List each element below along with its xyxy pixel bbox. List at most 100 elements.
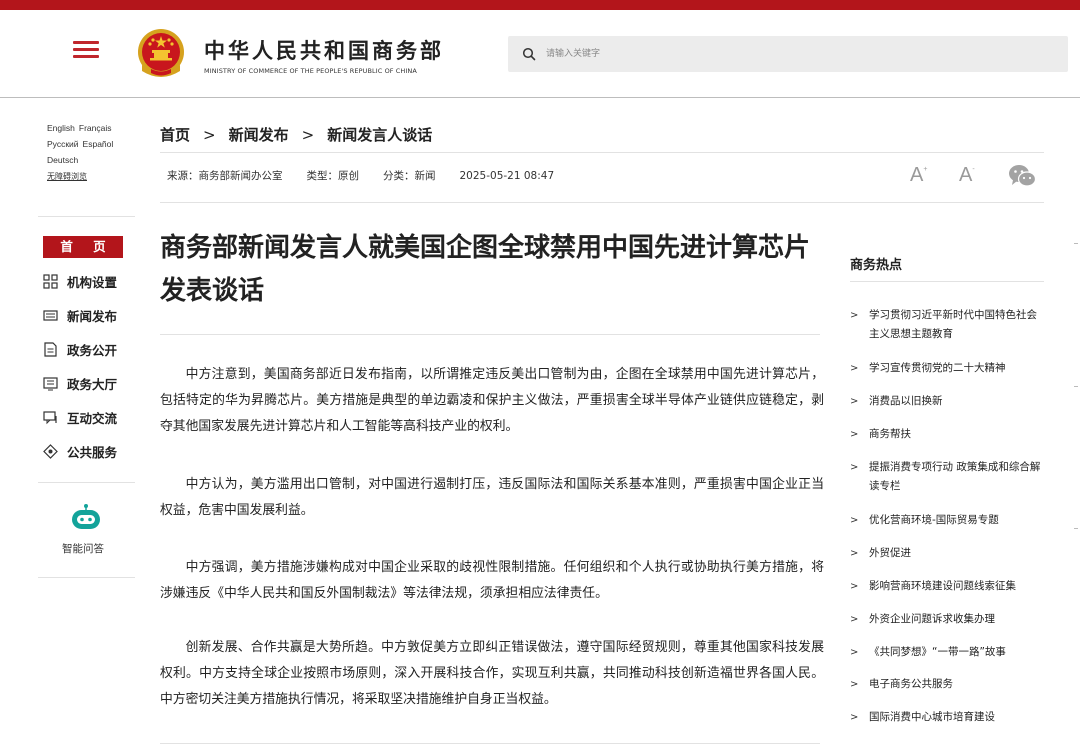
hot-item-label: 商务帮扶 [869, 428, 911, 440]
chevron-right-icon: > [850, 712, 859, 723]
meta-category: 分类：新闻 [383, 170, 436, 182]
hot-item-label: 外资企业问题诉求收集办理 [869, 613, 995, 625]
chevron-right-icon: > [850, 548, 859, 559]
document-icon [44, 341, 57, 357]
title-divider [160, 334, 820, 335]
hot-item-label: 《共同梦想》“一带一路”故事 [869, 646, 1006, 658]
site-header: 中华人民共和国商务部 MINISTRY OF COMMERCE OF THE P… [0, 10, 1080, 98]
hot-item[interactable]: > 《共同梦想》“一带一路”故事 [850, 643, 1044, 662]
breadcrumb-separator: > [301, 126, 315, 144]
chevron-right-icon: > [850, 363, 859, 374]
search-icon[interactable] [522, 47, 536, 61]
search-box[interactable] [508, 36, 1068, 72]
nav-item-public[interactable]: 公共服务 [43, 441, 117, 461]
wechat-share-icon[interactable] [1008, 164, 1036, 188]
chevron-right-icon: > [850, 462, 859, 473]
top-red-bar [0, 0, 1080, 10]
edge-marker [1074, 386, 1078, 387]
hot-item[interactable]: > 商务帮扶 [850, 425, 1044, 444]
lang-spanish[interactable]: Español [83, 139, 114, 149]
breadcrumb-divider [160, 152, 1044, 153]
meta-divider [160, 202, 1044, 203]
site-title: 中华人民共和国商务部 [204, 39, 444, 63]
article-title: 商务部新闻发言人就美国企图全球禁用中国先进计算芯片发表谈话 [160, 233, 811, 306]
chevron-right-icon: > [850, 581, 859, 592]
hot-item[interactable]: > 优化营商环境-国际贸易专题 [850, 511, 1044, 530]
hot-item-label: 影响营商环境建设问题线索征集 [869, 580, 1016, 592]
article-paragraph: 中方注意到，美国商务部近日发布指南，以所谓推定违反美出口管制为由，企图在全球禁用… [160, 367, 824, 434]
hot-item[interactable]: > 外资企业问题诉求收集办理 [850, 610, 1044, 629]
chevron-right-icon: > [850, 429, 859, 440]
font-enlarge-button[interactable]: A+ [910, 164, 927, 187]
service-hall-icon [43, 376, 58, 390]
breadcrumb-news[interactable]: 新闻发布 [229, 126, 289, 144]
breadcrumb-separator: > [203, 126, 216, 144]
nav-item-interaction[interactable]: 互动交流 [43, 407, 117, 427]
edge-marker [1074, 243, 1078, 244]
breadcrumb: 首页 > 新闻发布 > 新闻发言人谈话 [160, 124, 432, 145]
nav-home[interactable]: 首 页 [43, 236, 123, 258]
hot-item-label: 学习宣传贯彻党的二十大精神 [869, 362, 1006, 374]
article-paragraph: 创新发展、合作共赢是大势所趋。中方敦促美方立即纠正错误做法，遵守国际经贸规则，尊… [160, 640, 824, 707]
edge-marker [1074, 528, 1078, 529]
language-links: English Français Русский Español Deutsch 无… [47, 120, 117, 185]
lang-russian[interactable]: Русский [47, 139, 79, 149]
hot-item[interactable]: > 学习贯彻习近平新时代中国特色社会主义思想主题教育 [850, 306, 1044, 344]
hot-item[interactable]: > 国际消费中心城市培育建设 [850, 708, 1044, 727]
sidebar-divider [38, 216, 135, 217]
robot-assistant-icon[interactable] [67, 503, 105, 531]
interaction-icon [43, 410, 57, 424]
hot-item-label: 消费品以旧换新 [869, 395, 943, 407]
hot-topics-title: 商务热点 [850, 258, 903, 273]
lang-german[interactable]: Deutsch [47, 155, 78, 165]
accessibility-link[interactable]: 无障碍浏览 [47, 172, 87, 181]
article-meta: 来源：商务部新闻办公室 类型：原创 分类：新闻 2025-05-21 08:47 [167, 168, 578, 183]
hot-item[interactable]: > 学习宣传贯彻党的二十大精神 [850, 359, 1044, 378]
hot-item-label: 优化营商环境-国际贸易专题 [869, 514, 999, 526]
article-paragraph: 中方认为，美方滥用出口管制，对中国进行遏制打压，违反国际法和国际关系基本准则，严… [160, 477, 824, 518]
nav-item-org[interactable]: 机构设置 [43, 271, 117, 291]
assistant-label[interactable]: 智能问答 [62, 541, 104, 556]
chevron-right-icon: > [850, 614, 859, 625]
hot-item[interactable]: > 影响营商环境建设问题线索征集 [850, 577, 1044, 596]
nav-item-hall[interactable]: 政务大厅 [43, 373, 117, 393]
meta-date: 2025-05-21 08:47 [459, 170, 555, 182]
hot-item[interactable]: > 电子商务公共服务 [850, 675, 1044, 694]
chevron-right-icon: > [850, 515, 859, 526]
hot-item-label: 外贸促进 [869, 547, 911, 559]
public-service-icon [43, 443, 58, 459]
hot-item-label: 学习贯彻习近平新时代中国特色社会主义思想主题教育 [869, 309, 1037, 340]
article-bottom-divider [160, 743, 820, 744]
breadcrumb-home[interactable]: 首页 [160, 126, 190, 144]
font-shrink-glyph: A [959, 164, 973, 186]
nav-item-news[interactable]: 新闻发布 [43, 305, 117, 325]
nav-item-label: 新闻发布 [67, 308, 118, 324]
breadcrumb-current[interactable]: 新闻发言人谈话 [327, 126, 432, 144]
nav-item-label: 公共服务 [67, 444, 118, 460]
font-shrink-button[interactable]: A- [959, 164, 975, 187]
chevron-right-icon: > [850, 310, 859, 321]
national-emblem-logo[interactable] [136, 27, 186, 81]
nav-item-label: 互动交流 [67, 410, 118, 426]
hot-item-label: 国际消费中心城市培育建设 [869, 711, 995, 723]
meta-type: 类型：原创 [306, 170, 360, 182]
hot-item[interactable]: > 提振消费专项行动 政策集成和综合解读专栏 [850, 458, 1044, 496]
hot-item[interactable]: > 外贸促进 [850, 544, 1044, 563]
lang-french[interactable]: Français [79, 123, 112, 133]
chevron-right-icon: > [850, 647, 859, 658]
hot-item-label: 提振消费专项行动 政策集成和综合解读专栏 [869, 461, 1041, 492]
chevron-right-icon: > [850, 679, 859, 690]
site-subtitle: MINISTRY OF COMMERCE OF THE PEOPLE'S REP… [204, 67, 417, 75]
lang-english[interactable]: English [47, 123, 75, 133]
nav-item-affairs[interactable]: 政务公开 [43, 339, 117, 359]
search-input[interactable] [546, 42, 1046, 66]
hot-item[interactable]: > 消费品以旧换新 [850, 392, 1044, 411]
nav-item-label: 机构设置 [67, 274, 118, 290]
nav-item-label: 政务公开 [67, 342, 118, 358]
menu-icon[interactable] [73, 38, 99, 60]
news-icon [43, 309, 58, 321]
sidebar-divider [38, 482, 135, 483]
nav-item-label: 政务大厅 [67, 376, 118, 392]
article-paragraph: 中方强调，美方措施涉嫌构成对中国企业采取的歧视性限制措施。任何组织和个人执行或协… [160, 560, 824, 601]
hot-topics-divider [850, 281, 1044, 282]
